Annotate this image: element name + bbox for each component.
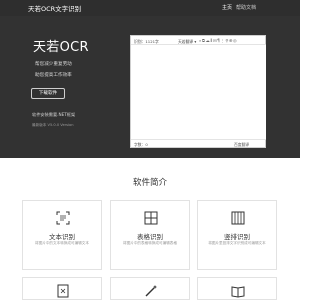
site-brand[interactable]: 天若OCR文字识别	[28, 3, 81, 13]
engine-dropdown[interactable]: 天若翻译 ▾	[178, 39, 196, 45]
feature-desc: 将图片中的表格转换成可编辑表格	[123, 241, 177, 245]
feature-card-6	[197, 277, 277, 300]
feature-card-4	[22, 277, 102, 300]
translate-icon[interactable]: ◎	[233, 38, 237, 43]
nav-help-link[interactable]: 帮助文档	[236, 4, 256, 11]
feature-card-text: 文本识别 将图片中的文本转换成可编辑文本	[22, 200, 102, 270]
book-icon	[231, 286, 245, 298]
top-navbar: 天若OCR文字识别 主页 帮助文档	[0, 0, 300, 16]
hero-line-1: 帮您减少重复劳动	[35, 62, 72, 67]
word-count: 字数：0	[134, 142, 148, 147]
feature-title: 表格识别	[137, 233, 163, 241]
feature-desc: 将图片中的文本转换成可编辑文本	[35, 241, 89, 245]
app-statusbar: 字数：0 百度翻译	[131, 139, 266, 148]
feature-card-table: 表格识别 将图片中的表格转换成可编辑表格	[110, 200, 190, 270]
formula-icon	[57, 284, 69, 298]
vertical-text-icon	[231, 211, 245, 225]
text-editor-area[interactable]	[131, 45, 266, 140]
download-button[interactable]: 下载软件	[31, 88, 65, 99]
hero-line-2: 助您提高工作效率	[35, 73, 72, 78]
hero-section: 天若OCR 帮您减少重复劳动 助您提高工作效率 下载软件 软件安装需要.NET框…	[0, 16, 300, 158]
text-scan-icon	[56, 211, 70, 225]
toolbar: ⌕⧉☁Ⅱ⊟¶⋮⚲⊕◎	[199, 38, 237, 43]
app-titlebar: 识别：1121字 天若翻译 ▾ ⌕⧉☁Ⅱ⊟¶⋮⚲⊕◎	[131, 36, 266, 45]
feature-card-vertical: 竖排识别 将图片里竖排文字识别成可编辑文本	[197, 200, 277, 270]
magic-icon	[145, 285, 157, 297]
framework-note: 软件安装需要.NET框架	[32, 112, 76, 117]
section-title: 软件简介	[132, 178, 167, 188]
feature-title: 文本识别	[49, 233, 75, 241]
hero-title: 天若OCR	[33, 40, 89, 55]
feature-desc: 将图片里竖排文字识别成可编辑文本	[208, 241, 266, 245]
feature-card-5	[110, 277, 190, 300]
feature-title: 竖排识别	[224, 233, 250, 241]
nav-home-link[interactable]: 主页	[222, 4, 232, 11]
table-icon	[144, 211, 158, 225]
app-title: 识别：1121字	[134, 38, 159, 44]
app-preview-window: 识别：1121字 天若翻译 ▾ ⌕⧉☁Ⅱ⊟¶⋮⚲⊕◎ 字数：0 百度翻译	[130, 35, 266, 148]
version-text: 最新版本 V5.0.0 Version	[32, 123, 74, 127]
translate-label[interactable]: 百度翻译	[234, 142, 249, 148]
